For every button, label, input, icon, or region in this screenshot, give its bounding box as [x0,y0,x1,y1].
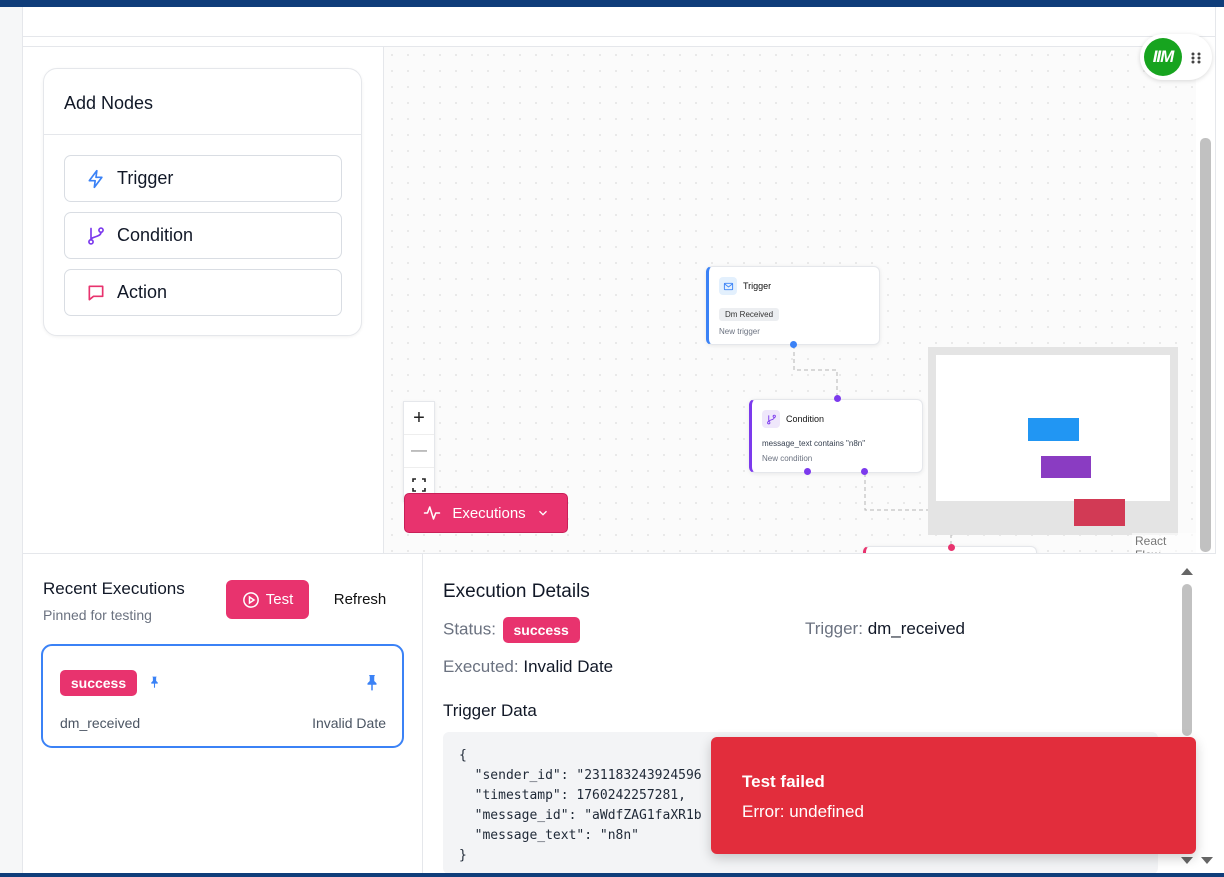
app-logo-badge[interactable]: IIM [1140,34,1212,80]
minimap[interactable] [928,347,1178,535]
recent-executions-title: Recent Executions [43,579,185,598]
scroll-up-arrow-icon[interactable] [1179,565,1224,577]
error-toast[interactable]: Test failed Error: undefined [711,737,1196,854]
details-scrollbar[interactable] [1182,584,1192,736]
condition-node[interactable]: Condition message_text contains "n8n" Ne… [749,399,923,473]
status-badge: success [60,670,137,696]
status-row: Status: success [443,617,580,643]
minimap-trigger-node [1028,418,1079,441]
executed-label: Executed: [443,657,519,676]
add-action-label: Action [117,282,168,302]
play-circle-icon [242,591,259,608]
execution-details-title: Execution Details [443,581,590,602]
unpin-icon[interactable] [363,672,381,693]
activity-icon [424,506,441,520]
branch-icon [762,410,780,428]
canvas-scrollbar[interactable] [1200,138,1211,552]
trigger-node-title: Trigger [743,281,772,291]
trigger-row: Trigger: dm_received [805,619,965,639]
left-gutter [0,7,23,873]
executed-row: Executed: Invalid Date [443,657,613,677]
condition-true-handle[interactable] [804,468,811,475]
status-badge: success [502,617,580,643]
react-flow-attribution[interactable]: React Flow [1132,533,1196,553]
trigger-node[interactable]: Trigger Dm Received New trigger [706,266,880,345]
header-strip [23,7,1216,37]
flow-canvas[interactable]: Trigger Dm Received New trigger Conditio… [384,46,1196,553]
condition-node-rule: message_text contains "n8n" [762,439,866,448]
condition-node-title: Condition [786,414,825,424]
minimap-action-node [1074,499,1125,526]
zoom-in-button[interactable]: + [404,402,434,435]
trigger-node-subtitle: New trigger [719,327,760,336]
action-input-handle[interactable] [948,544,955,551]
message-icon [85,282,107,304]
app-logo: IIM [1144,38,1182,76]
test-button[interactable]: Test [226,580,309,619]
add-action-button[interactable]: Action [64,269,342,316]
recent-executions: Recent Executions Pinned for testing Tes… [23,554,423,874]
zap-icon [85,168,107,190]
executions-button-label: Executions [452,504,526,522]
add-trigger-label: Trigger [117,168,174,188]
executions-toggle-button[interactable]: Executions [404,493,568,533]
trigger-data-title: Trigger Data [443,701,537,720]
add-trigger-button[interactable]: Trigger [64,155,342,202]
trigger-node-tag: Dm Received [719,308,780,321]
trigger-output-handle[interactable] [790,341,797,348]
trigger-label: Trigger: [805,619,863,638]
execution-date: Invalid Date [312,715,386,731]
add-condition-button[interactable]: Condition [64,212,342,259]
add-condition-label: Condition [117,225,194,245]
trigger-value: dm_received [867,619,966,638]
condition-false-handle[interactable] [861,468,868,475]
recent-executions-subtitle: Pinned for testing [43,607,152,623]
minimap-condition-node [1041,456,1091,478]
branch-icon [85,225,107,247]
drag-grip-icon[interactable] [1190,51,1202,65]
pin-icon [151,676,158,688]
bottom-window-bar [0,873,1224,877]
chevron-down-icon [538,510,547,516]
toast-message: Error: undefined [742,802,864,821]
condition-input-handle[interactable] [834,395,841,402]
sidebar: Add Nodes Trigger Condition Action [23,46,384,553]
zoom-out-button[interactable]: — [404,435,434,468]
executed-value: Invalid Date [523,657,614,676]
refresh-button[interactable]: Refresh [327,580,393,619]
test-button-label: Test [265,591,294,608]
add-nodes-title: Add Nodes [44,69,361,135]
condition-node-subtitle: New condition [762,454,813,463]
scroll-down-arrow-icon[interactable] [1180,855,1216,865]
right-border [1215,7,1224,873]
toast-title: Test failed [742,772,825,791]
mail-icon [719,277,737,295]
add-nodes-panel: Add Nodes Trigger Condition Action [43,68,362,336]
execution-list-item[interactable]: success dm_received Invalid Date [41,644,404,748]
fit-view-icon [412,477,426,492]
execution-trigger: dm_received [60,715,141,731]
top-window-bar [0,0,1224,7]
status-label: Status: [443,619,496,639]
flow-controls: + — [403,401,435,502]
